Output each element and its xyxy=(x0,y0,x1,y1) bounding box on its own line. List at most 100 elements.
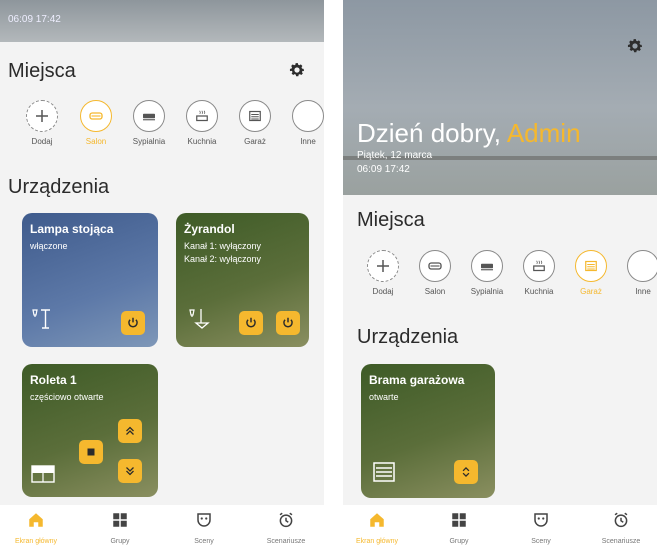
device-status: częściowo otwarte xyxy=(30,392,104,402)
place-label: Sypialnia xyxy=(470,287,504,296)
place-label: Salon xyxy=(85,137,107,146)
places-row: Dodaj Salon Sypialnia Kuchnia Garaż Inne xyxy=(0,100,324,150)
nav-scenes[interactable]: Sceny xyxy=(511,511,571,545)
nav-scenarios[interactable]: Scenariusze xyxy=(256,511,316,545)
floor-lamp-icon xyxy=(32,309,50,329)
power-icon xyxy=(283,317,293,328)
plus-icon xyxy=(36,110,48,122)
place-label: Salon xyxy=(424,287,446,296)
place-salon[interactable]: Salon xyxy=(78,100,114,146)
place-salon[interactable]: Salon xyxy=(417,250,453,296)
nav-home[interactable]: Ekran główny xyxy=(6,511,66,545)
place-label: Kuchnia xyxy=(524,287,554,296)
device-card-zyrandol[interactable]: Żyrandol Kanał 1: wyłączony Kanał 2: wył… xyxy=(176,213,309,347)
alarm-clock-icon xyxy=(279,512,293,528)
nav-label: Grupy xyxy=(449,538,469,545)
place-label: Sypialnia xyxy=(132,137,166,146)
pot-icon xyxy=(196,110,208,122)
sun-times: 06:09 17:42 xyxy=(8,14,61,25)
place-sypialnia[interactable]: Sypialnia xyxy=(469,250,505,296)
device-card-roleta[interactable]: Roleta 1 częściowo otwarte xyxy=(22,364,158,497)
nav-home[interactable]: Ekran główny xyxy=(347,511,407,545)
gate-toggle-button[interactable] xyxy=(454,460,478,484)
greeting-text: Dzień dobry, xyxy=(357,118,502,148)
greeting: Dzień dobry, Admin xyxy=(357,118,581,149)
chandelier-icon xyxy=(189,309,210,329)
place-label: Inne xyxy=(300,137,316,146)
place-inne[interactable]: Inne xyxy=(290,100,324,146)
devices-title: Urządzenia xyxy=(8,176,110,198)
power-button-channel-2[interactable] xyxy=(276,311,300,335)
place-garaz[interactable]: Garaż xyxy=(237,100,273,146)
header-image: Dzień dobry, Admin Piątek, 12 marca 06:0… xyxy=(343,0,657,195)
power-button-channel-1[interactable] xyxy=(239,311,263,335)
place-kuchnia[interactable]: Kuchnia xyxy=(184,100,220,146)
place-kuchnia[interactable]: Kuchnia xyxy=(521,250,557,296)
place-label: Garaż xyxy=(244,137,266,146)
nav-label: Sceny xyxy=(194,538,214,545)
home-screen-salon: 06:09 17:42 Miejsca Dodaj Salon Sypialni… xyxy=(0,0,324,553)
nav-label: Sceny xyxy=(531,538,551,545)
header-image: 06:09 17:42 xyxy=(0,0,324,42)
place-label: Garaż xyxy=(580,287,602,296)
blind-down-button[interactable] xyxy=(118,459,142,483)
device-status: włączone xyxy=(30,241,68,251)
device-title: Lampa stojąca xyxy=(30,222,114,236)
place-sypialnia[interactable]: Sypialnia xyxy=(131,100,167,146)
chevron-up-down-icon xyxy=(462,467,470,477)
mask-icon xyxy=(197,513,211,527)
gear-icon[interactable] xyxy=(288,61,306,79)
place-label: Kuchnia xyxy=(187,137,217,146)
nav-groups[interactable]: Grupy xyxy=(429,511,489,545)
mask-icon xyxy=(534,513,548,527)
blind-up-button[interactable] xyxy=(118,419,142,443)
nav-label: Ekran główny xyxy=(355,538,399,545)
sofa-icon xyxy=(428,262,442,270)
garage-icon xyxy=(585,260,597,272)
blind-icon xyxy=(31,465,55,483)
stop-icon xyxy=(87,448,95,456)
power-button[interactable] xyxy=(121,311,145,335)
bed-icon xyxy=(143,113,155,121)
empty-icon xyxy=(627,250,657,282)
place-add[interactable]: Dodaj xyxy=(365,250,401,296)
nav-label: Scenariusze xyxy=(266,538,306,545)
devices-title: Urządzenia xyxy=(357,326,459,348)
places-title: Miejsca xyxy=(8,60,76,82)
place-label: Dodaj xyxy=(31,137,53,146)
gear-icon[interactable] xyxy=(626,37,644,55)
sun-times: 06:09 17:42 xyxy=(357,164,410,175)
place-label: Inne xyxy=(635,287,651,296)
plus-icon xyxy=(377,260,389,272)
garage-door-icon xyxy=(373,462,395,482)
nav-label: Scenariusze xyxy=(601,538,641,545)
place-garaz[interactable]: Garaż xyxy=(573,250,609,296)
device-title: Roleta 1 xyxy=(30,373,77,387)
place-label: Dodaj xyxy=(372,287,394,296)
home-icon xyxy=(29,513,43,527)
nav-scenarios[interactable]: Scenariusze xyxy=(591,511,651,545)
empty-icon xyxy=(292,100,324,132)
device-card-brama[interactable]: Brama garażowa otwarte xyxy=(361,364,495,498)
nav-label: Grupy xyxy=(110,538,130,545)
home-screen-garaz: Dzień dobry, Admin Piątek, 12 marca 06:0… xyxy=(343,0,657,553)
device-title: Brama garażowa xyxy=(369,373,465,387)
places-row: Dodaj Salon Sypialnia Kuchnia Garaż Inne xyxy=(343,250,657,300)
bed-icon xyxy=(481,263,493,271)
alarm-clock-icon xyxy=(614,512,628,528)
device-title: Żyrandol xyxy=(184,222,235,236)
channel-2-status: Kanał 2: wyłączony xyxy=(184,254,262,264)
device-card-lampa[interactable]: Lampa stojąca włączone xyxy=(22,213,158,347)
place-inne[interactable]: Inne xyxy=(625,250,657,296)
grid-icon xyxy=(113,513,127,527)
nav-scenes[interactable]: Sceny xyxy=(174,511,234,545)
date-text: Piątek, 12 marca xyxy=(357,150,433,161)
nav-groups[interactable]: Grupy xyxy=(90,511,150,545)
garage-icon xyxy=(249,110,261,122)
nav-label: Ekran główny xyxy=(14,538,58,545)
pot-icon xyxy=(533,260,545,272)
bottom-nav: Ekran główny Grupy Sceny Scenariusze xyxy=(0,505,324,553)
place-add[interactable]: Dodaj xyxy=(24,100,60,146)
home-icon xyxy=(370,513,384,527)
stop-button[interactable] xyxy=(79,440,103,464)
